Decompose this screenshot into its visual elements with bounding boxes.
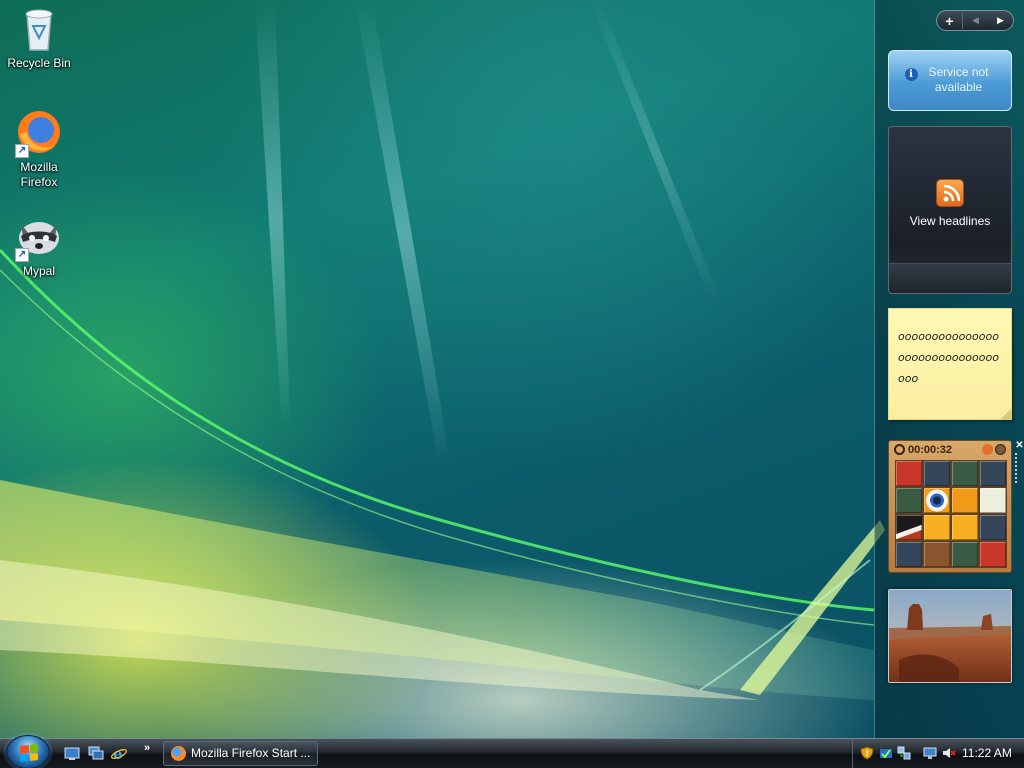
puzzle-grid	[895, 460, 1007, 568]
wallpaper	[0, 0, 885, 700]
next-page-button[interactable]: ▶	[988, 15, 1013, 26]
notification-area: ! 11:22 AM	[852, 739, 1024, 768]
add-gadget-button[interactable]: +	[937, 12, 963, 29]
windows-update-icon[interactable]	[879, 746, 893, 760]
puzzle-timer-bar: 00:00:32	[889, 441, 1011, 458]
windows-logo-icon	[20, 744, 38, 762]
puzzle-tile[interactable]	[980, 461, 1006, 486]
weather-status-text: Service not available	[928, 65, 989, 94]
taskbar-button-firefox[interactable]: Mozilla Firefox Start ...	[163, 741, 318, 766]
internet-explorer-icon[interactable]: e	[110, 745, 128, 763]
show-desktop-icon[interactable]	[64, 746, 80, 761]
desktop-icon-mozilla-firefox[interactable]: ↗ Mozilla Firefox	[0, 108, 78, 190]
taskbar: e » Mozilla Firefox Start ... ! 11:22 AM	[0, 735, 1024, 768]
puzzle-tile[interactable]	[980, 515, 1006, 540]
puzzle-tile[interactable]	[924, 515, 950, 540]
svg-text:!: !	[866, 749, 870, 758]
puzzle-tile[interactable]	[896, 488, 922, 513]
firefox-icon: ↗	[15, 108, 63, 158]
puzzle-tile[interactable]	[924, 542, 950, 567]
feed-headlines-gadget[interactable]: View headlines	[888, 126, 1012, 294]
sidebar-toolbar: + ◀ ▶	[936, 10, 1014, 31]
shortcut-arrow-icon: ↗	[15, 248, 29, 262]
picture-puzzle-gadget[interactable]: 00:00:32	[888, 440, 1012, 573]
peek-icon[interactable]	[982, 444, 993, 455]
switch-windows-icon[interactable]	[88, 746, 104, 761]
monitor-icon[interactable]	[923, 746, 937, 760]
shortcut-arrow-icon: ↗	[15, 144, 29, 158]
note-text[interactable]: ooooooooooooooooooooooooooooooooo	[898, 330, 999, 385]
puzzle-tile[interactable]	[952, 542, 978, 567]
puzzle-tile[interactable]	[896, 515, 922, 540]
weather-gadget[interactable]: i Service not available	[888, 50, 1012, 111]
drag-handle-icon[interactable]	[1015, 453, 1024, 483]
desktop[interactable]: Recycle Bin ↗ Mozilla Firefox ↗ Mypal + …	[0, 0, 1024, 738]
quick-launch-more-button[interactable]: »	[144, 742, 150, 754]
volume-muted-icon[interactable]	[942, 746, 956, 760]
puzzle-tile[interactable]	[896, 542, 922, 567]
recycle-bin-icon	[15, 4, 63, 52]
solve-icon[interactable]	[995, 444, 1006, 455]
security-shield-icon[interactable]: !	[860, 746, 874, 760]
puzzle-tile[interactable]	[924, 488, 950, 513]
info-icon: i	[904, 68, 918, 81]
puzzle-tile[interactable]	[952, 515, 978, 540]
puzzle-tile[interactable]	[980, 542, 1006, 567]
desktop-icon-mypal[interactable]: ↗ Mypal	[0, 212, 78, 279]
desktop-icon-label: Mypal	[22, 264, 55, 278]
previous-page-button[interactable]: ◀	[963, 15, 988, 26]
puzzle-timer: 00:00:32	[908, 443, 953, 456]
puzzle-tile[interactable]	[896, 461, 922, 486]
windows-sidebar: + ◀ ▶ i Service not available View headli…	[874, 0, 1024, 738]
desert-mesa-photo	[889, 590, 1011, 682]
desktop-icon-label: Mozilla Firefox	[20, 160, 58, 189]
rss-icon	[936, 179, 964, 207]
puzzle-tile[interactable]	[952, 461, 978, 486]
start-button[interactable]	[6, 735, 50, 768]
feed-footer	[889, 263, 1011, 293]
notes-gadget[interactable]: ooooooooooooooooooooooooooooooooo	[888, 308, 1012, 420]
gadget-close-icon[interactable]: ✕	[1015, 441, 1024, 451]
puzzle-tile[interactable]	[952, 488, 978, 513]
taskbar-clock[interactable]: 11:22 AM	[962, 739, 1012, 768]
puzzle-tile[interactable]	[980, 488, 1006, 513]
network-icon[interactable]	[897, 746, 911, 760]
desktop-icon-recycle-bin[interactable]: Recycle Bin	[0, 4, 78, 71]
view-headlines-link[interactable]: View headlines	[889, 214, 1011, 228]
slideshow-gadget[interactable]	[888, 589, 1012, 683]
puzzle-tile[interactable]	[924, 461, 950, 486]
desktop-icon-label: Recycle Bin	[7, 56, 71, 70]
mypal-raccoon-icon: ↗	[15, 212, 63, 262]
taskbar-button-label: Mozilla Firefox Start ...	[191, 746, 311, 760]
firefox-icon	[171, 746, 186, 761]
clock-icon	[894, 444, 905, 455]
